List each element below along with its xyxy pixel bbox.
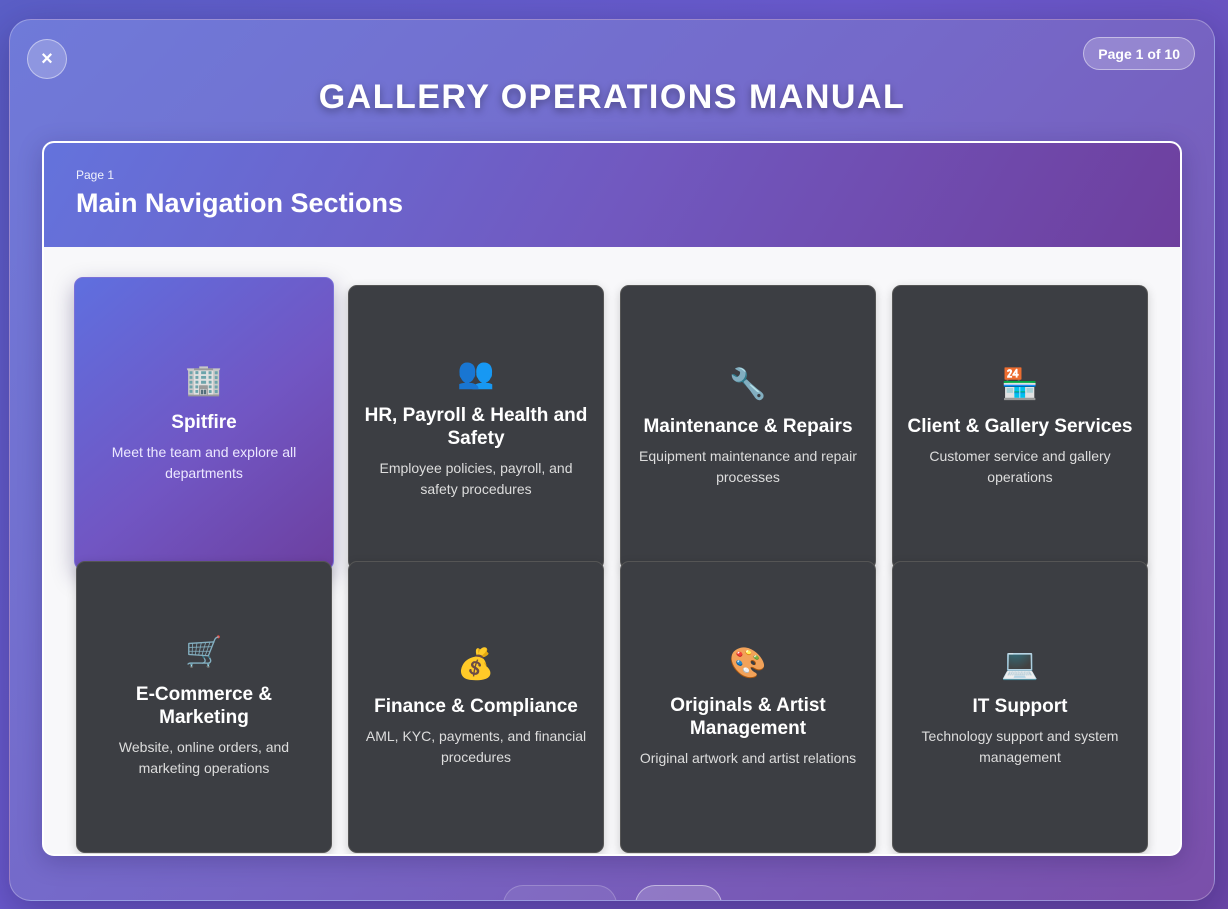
convenience-store-icon: 🏪 bbox=[1001, 368, 1039, 401]
tile-description: Equipment maintenance and repair process… bbox=[639, 448, 857, 485]
tile-description: Technology support and system management bbox=[921, 727, 1119, 765]
office-building-icon: 🏢 bbox=[185, 364, 223, 397]
tile-title: Maintenance & Repairs bbox=[643, 416, 853, 437]
shopping-cart-icon: 🛒 bbox=[185, 636, 223, 669]
tile-description: Meet the team and explore all department… bbox=[111, 444, 297, 481]
close-button[interactable]: × bbox=[27, 39, 67, 79]
page-heading: Main Navigation Sections bbox=[76, 188, 404, 218]
wrench-icon: 🔧 bbox=[729, 368, 767, 401]
section-tile-hr-payroll[interactable]: 👥 HR, Payroll & Health and Safety Employ… bbox=[348, 285, 604, 570]
page-label: Page 1 bbox=[76, 168, 115, 182]
next-button[interactable]: Next → bbox=[635, 885, 722, 900]
section-tile-it-support[interactable]: 💻 IT Support Technology support and syst… bbox=[892, 561, 1148, 853]
tile-title: Originals & Artist Management bbox=[670, 694, 826, 739]
card-header: Page 1 Main Navigation Sections bbox=[44, 143, 1180, 247]
tile-title: Spitfire bbox=[171, 412, 237, 433]
tile-description: Employee policies, payroll, and safety p… bbox=[379, 459, 573, 497]
section-tile-ecommerce[interactable]: 🛒 E-Commerce & Marketing Website, online… bbox=[76, 561, 332, 853]
tile-description: AML, KYC, payments, and financial proced… bbox=[365, 727, 587, 765]
tile-description: Original artwork and artist relations bbox=[639, 749, 857, 766]
money-bag-icon: 💰 bbox=[457, 647, 495, 681]
section-tile-maintenance[interactable]: 🔧 Maintenance & Repairs Equipment mainte… bbox=[620, 285, 876, 570]
manual-modal: × Page 1 of 10 GALLERY OPERATIONS MANUAL… bbox=[9, 19, 1215, 901]
artist-palette-icon: 🎨 bbox=[729, 646, 767, 680]
section-tile-client-gallery[interactable]: 🏪 Client & Gallery Services Customer ser… bbox=[892, 285, 1148, 570]
section-tile-originals[interactable]: 🎨 Originals & Artist Management Original… bbox=[620, 561, 876, 853]
tile-description: Customer service and gallery operations bbox=[929, 448, 1111, 485]
content-card: Page 1 Main Navigation Sections 🏢 Spitfi… bbox=[42, 141, 1182, 856]
page-indicator-badge: Page 1 of 10 bbox=[1083, 37, 1195, 70]
tile-title: E-Commerce & Marketing bbox=[135, 684, 273, 728]
tile-title: HR, Payroll & Health and Safety bbox=[364, 404, 588, 449]
previous-button[interactable]: ← Previous bbox=[503, 885, 617, 900]
section-tile-spitfire[interactable]: 🏢 Spitfire Meet the team and explore all… bbox=[74, 277, 334, 570]
tile-description: Website, online orders, and marketing op… bbox=[118, 739, 290, 776]
tile-title: Client & Gallery Services bbox=[907, 416, 1133, 437]
section-tile-finance[interactable]: 💰 Finance & Compliance AML, KYC, payment… bbox=[348, 561, 604, 853]
manual-title: GALLERY OPERATIONS MANUAL bbox=[318, 78, 906, 116]
tile-title: Finance & Compliance bbox=[374, 695, 578, 717]
tile-title: IT Support bbox=[972, 695, 1068, 717]
people-icon: 👥 bbox=[457, 356, 495, 390]
laptop-icon: 💻 bbox=[1001, 647, 1039, 681]
